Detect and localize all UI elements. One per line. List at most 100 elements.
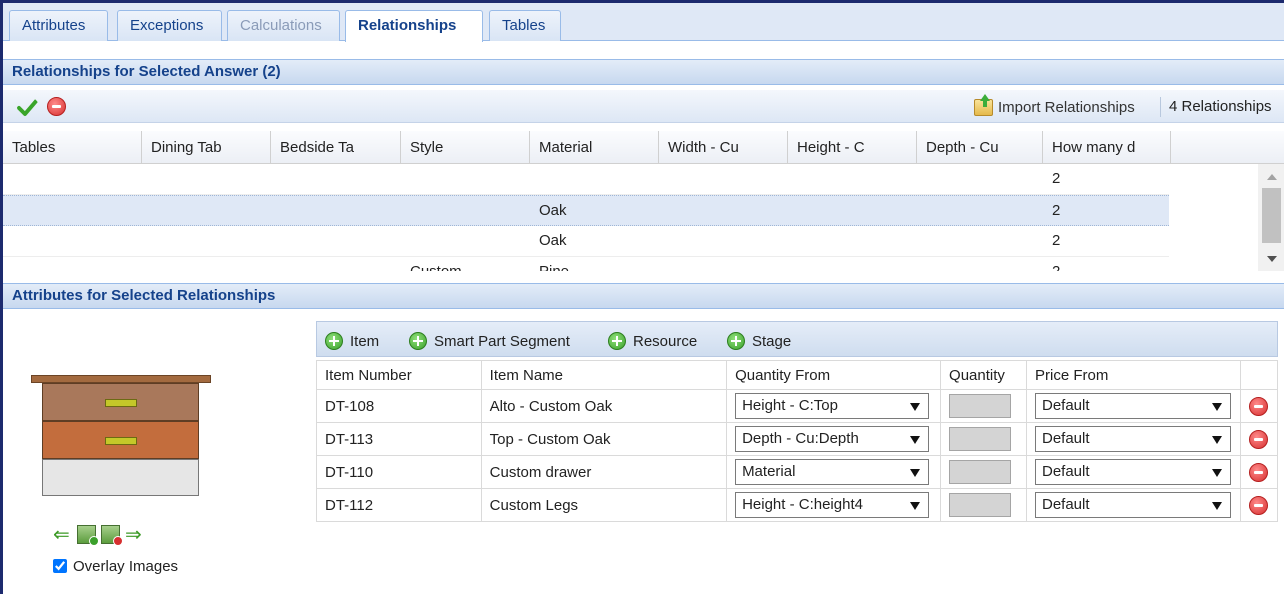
tab-exceptions[interactable]: Exceptions bbox=[117, 10, 222, 41]
scroll-down-icon[interactable] bbox=[1267, 256, 1277, 262]
item-name: Custom drawer bbox=[480, 455, 728, 489]
column-header[interactable]: How many d bbox=[1043, 131, 1171, 164]
add-resource-button[interactable]: Resource bbox=[608, 331, 697, 351]
tab-relationships[interactable]: Relationships bbox=[345, 10, 483, 42]
table-row: DT-110 Custom drawer Material Default bbox=[316, 455, 1279, 489]
grid-cell: 2 bbox=[1052, 232, 1061, 249]
plus-circle-icon bbox=[608, 332, 626, 350]
column-header[interactable]: Style bbox=[401, 131, 530, 164]
overlay-images-label: Overlay Images bbox=[73, 557, 179, 575]
tab-attributes[interactable]: Attributes bbox=[9, 10, 108, 41]
arrow-right-icon[interactable]: ⇒ bbox=[125, 525, 147, 545]
arrow-left-icon[interactable]: ⇐ bbox=[53, 525, 75, 545]
column-header-item-name[interactable]: Item Name bbox=[480, 360, 728, 390]
quantity-input[interactable] bbox=[949, 427, 1012, 451]
quantity-input[interactable] bbox=[949, 460, 1012, 484]
column-header-price-from[interactable]: Price From bbox=[1025, 360, 1241, 390]
minus-circle-icon[interactable] bbox=[47, 97, 66, 116]
item-number: DT-113 bbox=[316, 422, 482, 456]
add-smart-part-segment-label: Smart Part Segment bbox=[434, 332, 570, 350]
add-item-button[interactable]: Item bbox=[325, 331, 379, 351]
item-name: Top - Custom Oak bbox=[480, 422, 728, 456]
remove-badge bbox=[113, 536, 123, 546]
drawer-handle bbox=[105, 399, 137, 407]
column-header-quantity-from[interactable]: Quantity From bbox=[726, 360, 942, 390]
column-header-item-number[interactable]: Item Number bbox=[316, 360, 482, 390]
column-header[interactable]: Height - C bbox=[788, 131, 917, 164]
relationship-row-selected[interactable]: Oak 2 bbox=[3, 195, 1169, 226]
delete-row-icon[interactable] bbox=[1249, 396, 1269, 416]
column-header[interactable]: Dining Tab bbox=[142, 131, 271, 164]
grid-cell: 2 bbox=[1052, 170, 1061, 187]
quantity-cell bbox=[940, 422, 1027, 456]
dropdown-arrow-icon bbox=[910, 469, 921, 477]
product-preview-image bbox=[31, 375, 211, 497]
quantity-from-cell: Height - C:height4 bbox=[726, 488, 942, 522]
delete-row-icon[interactable] bbox=[1249, 462, 1269, 482]
price-from-select[interactable]: Default bbox=[1034, 426, 1231, 452]
price-from-cell: Default bbox=[1025, 422, 1241, 456]
item-name: Custom Legs bbox=[480, 488, 728, 522]
column-header[interactable]: Bedside Ta bbox=[271, 131, 401, 164]
price-from-select[interactable]: Default bbox=[1034, 459, 1231, 485]
relationship-row[interactable]: Oak 2 bbox=[3, 226, 1169, 257]
add-stage-button[interactable]: Stage bbox=[727, 331, 791, 351]
column-header-quantity[interactable]: Quantity bbox=[940, 360, 1027, 390]
add-image-icon[interactable] bbox=[77, 525, 99, 546]
quantity-from-select[interactable]: Depth - Cu:Depth bbox=[735, 426, 930, 452]
tab-bar: Attributes Exceptions Calculations Relat… bbox=[3, 3, 1284, 42]
price-from-select[interactable]: Default bbox=[1034, 492, 1231, 518]
drawer-handle bbox=[105, 437, 137, 445]
select-value: Default bbox=[1041, 463, 1090, 480]
tab-tables[interactable]: Tables bbox=[489, 10, 561, 41]
action-cell bbox=[1239, 389, 1279, 423]
tab-calculations[interactable]: Calculations bbox=[227, 10, 340, 41]
quantity-input[interactable] bbox=[949, 394, 1012, 418]
delete-row-icon[interactable] bbox=[1249, 495, 1269, 515]
plus-circle-icon bbox=[409, 332, 427, 350]
attribute-add-toolbar: Item Smart Part Segment Resource Stage bbox=[316, 321, 1278, 357]
quantity-input[interactable] bbox=[949, 493, 1012, 517]
relationships-panel-title: Relationships for Selected Answer (2) bbox=[3, 59, 1284, 85]
quantity-from-select[interactable]: Height - C:height4 bbox=[735, 492, 930, 518]
table-row: DT-108 Alto - Custom Oak Height - C:Top … bbox=[316, 389, 1279, 423]
select-value: Default bbox=[1041, 397, 1090, 414]
drawer-base bbox=[42, 459, 199, 496]
relationship-row[interactable]: 2 bbox=[3, 164, 1169, 195]
relationships-toolbar: Import Relationships 4 Relationships bbox=[3, 90, 1284, 123]
add-smart-part-segment-button[interactable]: Smart Part Segment bbox=[409, 331, 570, 351]
check-icon[interactable] bbox=[17, 97, 39, 117]
relationship-row[interactable]: Custom Pine 2 bbox=[3, 257, 1169, 271]
column-header[interactable]: Tables bbox=[3, 131, 142, 164]
quantity-from-select[interactable]: Height - C:Top bbox=[735, 393, 930, 419]
quantity-from-select[interactable]: Material bbox=[735, 459, 930, 485]
import-icon bbox=[974, 93, 993, 116]
scroll-thumb[interactable] bbox=[1262, 188, 1281, 243]
dropdown-arrow-icon bbox=[910, 436, 921, 444]
grid-cell: Pine bbox=[530, 257, 569, 271]
remove-image-icon[interactable] bbox=[101, 525, 123, 546]
overlay-images-checkbox[interactable] bbox=[53, 559, 67, 573]
attribute-items-table: Item Number Item Name Quantity From Quan… bbox=[316, 360, 1279, 522]
column-header-actions bbox=[1239, 360, 1279, 390]
column-header[interactable]: Depth - Cu bbox=[917, 131, 1043, 164]
drawer-middle bbox=[42, 421, 199, 459]
dropdown-arrow-icon bbox=[1211, 436, 1222, 444]
grid-scrollbar[interactable] bbox=[1258, 164, 1284, 271]
quantity-from-cell: Height - C:Top bbox=[726, 389, 942, 423]
delete-row-icon[interactable] bbox=[1249, 429, 1269, 449]
select-value: Default bbox=[1041, 496, 1090, 513]
import-relationships-button[interactable]: Import Relationships bbox=[974, 93, 1135, 118]
action-cell bbox=[1239, 422, 1279, 456]
plus-circle-icon bbox=[325, 332, 343, 350]
column-header[interactable]: Material bbox=[530, 131, 659, 164]
add-stage-label: Stage bbox=[752, 332, 792, 350]
dropdown-arrow-icon bbox=[1211, 403, 1222, 411]
image-navigation: ⇐ ⇒ bbox=[53, 525, 183, 546]
column-header[interactable]: Width - Cu bbox=[659, 131, 788, 164]
dropdown-arrow-icon bbox=[910, 502, 921, 510]
quantity-cell bbox=[940, 389, 1027, 423]
scroll-up-icon[interactable] bbox=[1267, 174, 1277, 180]
grid-cell: 2 bbox=[1052, 202, 1061, 219]
price-from-select[interactable]: Default bbox=[1034, 393, 1231, 419]
